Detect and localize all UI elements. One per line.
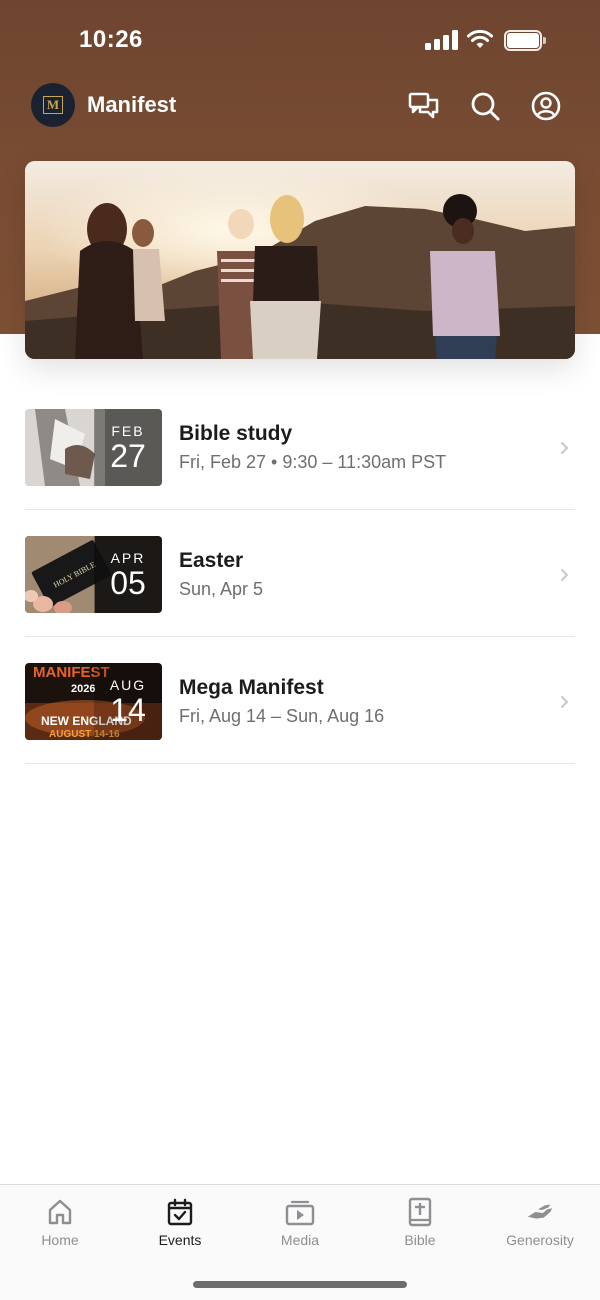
tab-label: Home bbox=[41, 1232, 79, 1248]
event-thumbnail: MANIFEST 2026 NEW ENGLAND AUGUST 14-16 A… bbox=[25, 663, 162, 740]
home-icon bbox=[45, 1197, 75, 1227]
tab-label: Media bbox=[280, 1232, 320, 1248]
chevron-right-icon bbox=[561, 442, 568, 454]
event-row-mega-manifest[interactable]: MANIFEST 2026 NEW ENGLAND AUGUST 14-16 A… bbox=[25, 637, 575, 764]
event-month: FEB bbox=[111, 423, 145, 439]
event-day: 14 bbox=[110, 692, 146, 728]
event-month: AUG bbox=[109, 677, 147, 693]
events-list: FEB 27 Bible study Fri, Feb 27 • 9:30 – … bbox=[25, 383, 575, 764]
event-day: 27 bbox=[110, 438, 146, 474]
hero-photo-illustration bbox=[25, 161, 575, 359]
event-thumbnail: FEB 27 bbox=[25, 409, 162, 486]
event-title: Easter bbox=[179, 549, 244, 572]
media-icon bbox=[285, 1197, 315, 1227]
event-month: APR bbox=[110, 550, 146, 566]
app-logo[interactable]: M bbox=[31, 83, 75, 127]
hero-image[interactable] bbox=[25, 161, 575, 359]
poster-year: 2026 bbox=[71, 683, 95, 695]
cellular-signal-icon bbox=[425, 30, 459, 50]
tab-events[interactable]: Events bbox=[120, 1185, 240, 1265]
tab-home[interactable]: Home bbox=[0, 1185, 120, 1265]
search-icon[interactable] bbox=[468, 89, 502, 123]
tab-media[interactable]: Media bbox=[240, 1185, 360, 1265]
chevron-right-icon bbox=[561, 569, 568, 581]
event-date: Sun, Apr 5 bbox=[179, 579, 264, 599]
event-day: 05 bbox=[110, 565, 146, 601]
generosity-icon bbox=[525, 1197, 555, 1227]
home-indicator[interactable] bbox=[193, 1281, 407, 1288]
event-row-easter[interactable]: HOLY BIBLE APR 05 Easter Sun, Apr 5 bbox=[25, 510, 575, 637]
tab-generosity[interactable]: Generosity bbox=[480, 1185, 600, 1265]
event-date: Fri, Feb 27 • 9:30 – 11:30am PST bbox=[179, 452, 447, 472]
event-title: Bible study bbox=[179, 422, 293, 445]
logo-mark: M bbox=[43, 96, 63, 114]
tab-bible[interactable]: Bible bbox=[360, 1185, 480, 1265]
event-date: Fri, Aug 14 – Sun, Aug 16 bbox=[179, 706, 385, 726]
event-title: Mega Manifest bbox=[179, 676, 324, 699]
date-badge: AUG 14 bbox=[94, 663, 162, 740]
date-badge: FEB 27 bbox=[94, 409, 162, 486]
date-badge: APR 05 bbox=[94, 536, 162, 613]
bible-icon bbox=[405, 1197, 435, 1227]
status-bar: 10:26 bbox=[0, 0, 600, 80]
chat-icon[interactable] bbox=[407, 89, 441, 123]
event-thumbnail: HOLY BIBLE APR 05 bbox=[25, 536, 162, 613]
battery-icon bbox=[504, 30, 546, 51]
calendar-icon bbox=[165, 1197, 195, 1227]
wifi-icon bbox=[467, 29, 493, 48]
app-title: Manifest bbox=[87, 92, 177, 117]
tab-label: Events bbox=[158, 1232, 202, 1248]
profile-icon[interactable] bbox=[529, 89, 563, 123]
event-row-bible-study[interactable]: FEB 27 Bible study Fri, Feb 27 • 9:30 – … bbox=[25, 383, 575, 510]
tab-label: Bible bbox=[404, 1232, 436, 1248]
tab-label: Generosity bbox=[506, 1232, 574, 1248]
chevron-right-icon bbox=[561, 696, 568, 708]
status-time: 10:26 bbox=[79, 26, 143, 53]
